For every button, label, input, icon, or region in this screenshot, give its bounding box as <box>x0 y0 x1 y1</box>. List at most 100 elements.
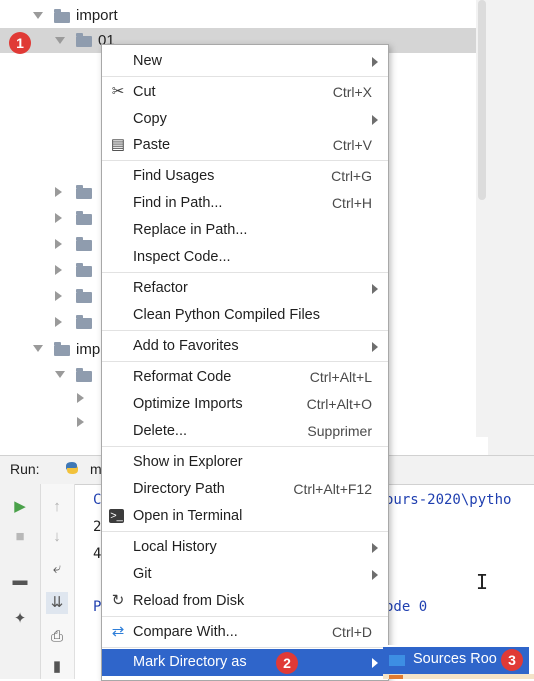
menu-item-label: Paste <box>133 137 171 153</box>
stop-icon[interactable]: ■ <box>9 526 31 548</box>
menu-item-clean-python[interactable]: Clean Python Compiled Files <box>102 302 388 329</box>
menu-item-paste[interactable]: ▤ Paste Ctrl+V <box>102 132 388 159</box>
menu-item-label: New <box>133 53 163 69</box>
trash-icon[interactable]: ▮ <box>46 656 68 678</box>
submenu-arrow-icon <box>372 658 378 668</box>
folder-icon <box>76 315 92 329</box>
submenu-item-label: Sources Roo <box>413 651 497 667</box>
tree-scrollbar-thumb[interactable] <box>478 0 486 200</box>
menu-item-shortcut: Ctrl+V <box>332 137 372 153</box>
folder-icon <box>54 9 70 23</box>
menu-item-label: Replace in Path... <box>133 222 248 238</box>
menu-item-shortcut: Ctrl+G <box>331 168 372 184</box>
menu-item-refactor[interactable]: Refactor <box>102 275 388 302</box>
menu-item-shortcut: Ctrl+X <box>332 84 372 100</box>
menu-item-label: Find in Path... <box>133 195 223 211</box>
collapse-arrow-icon[interactable] <box>55 317 62 327</box>
menu-item-find-in-path[interactable]: Find in Path... Ctrl+H <box>102 190 388 217</box>
scroll-up-icon[interactable]: ↑ <box>46 496 68 518</box>
folder-icon <box>76 185 92 199</box>
menu-item-add-to-favorites[interactable]: Add to Favorites <box>102 333 388 360</box>
menu-item-reformat-code[interactable]: Reformat Code Ctrl+Alt+L <box>102 364 388 391</box>
run-play-icon[interactable]: ▶ <box>9 496 31 518</box>
menu-item-inspect-code[interactable]: Inspect Code... <box>102 244 388 271</box>
soft-wrap-icon[interactable]: ⤶ <box>46 558 68 580</box>
expand-arrow-icon[interactable] <box>55 37 65 44</box>
menu-item-copy[interactable]: Copy <box>102 106 388 133</box>
menu-item-open-in-terminal[interactable]: >_ Open in Terminal <box>102 503 388 530</box>
collapse-arrow-icon[interactable] <box>55 187 62 197</box>
menu-item-label: Show in Explorer <box>133 454 243 470</box>
menu-item-replace-in-path[interactable]: Replace in Path... <box>102 217 388 244</box>
menu-item-new[interactable]: New <box>102 48 388 75</box>
collapse-arrow-icon[interactable] <box>77 417 84 427</box>
menu-item-delete[interactable]: Delete... Supprimer <box>102 418 388 445</box>
menu-item-shortcut: Ctrl+H <box>331 195 372 211</box>
menu-separator <box>102 616 388 617</box>
menu-item-label: Clean Python Compiled Files <box>133 307 320 323</box>
print-icon[interactable]: ⎙ <box>46 626 68 648</box>
collapse-arrow-icon[interactable] <box>55 291 62 301</box>
folder-icon <box>76 263 92 277</box>
menu-item-shortcut: Ctrl+Alt+F12 <box>293 481 372 497</box>
side-panel <box>488 0 534 455</box>
folder-icon <box>76 33 92 47</box>
scroll-down-icon[interactable]: ↓ <box>46 526 68 548</box>
folder-icon <box>389 675 403 679</box>
menu-separator <box>102 647 388 648</box>
run-tab-label[interactable]: m <box>90 461 102 477</box>
menu-item-label: Copy <box>133 111 167 127</box>
menu-item-label: Reload from Disk <box>133 593 245 609</box>
scroll-to-end-icon[interactable]: ⇊ <box>46 592 68 614</box>
tree-row-import[interactable]: import <box>0 3 488 28</box>
run-actions-strip: ▶ ■ ▬ ✦ <box>0 484 41 679</box>
collapse-arrow-icon[interactable] <box>77 393 84 403</box>
menu-separator <box>102 160 388 161</box>
menu-item-label: Git <box>133 566 152 582</box>
compare-icon: ⇄ <box>111 623 125 640</box>
submenu-item-next[interactable] <box>383 674 534 679</box>
menu-item-label: Refactor <box>133 280 188 296</box>
python-icon <box>66 462 78 474</box>
collapse-arrow-icon[interactable] <box>55 213 62 223</box>
menu-item-label: Optimize Imports <box>133 396 243 412</box>
menu-item-directory-path[interactable]: Directory Path Ctrl+Alt+F12 <box>102 476 388 503</box>
menu-separator <box>102 330 388 331</box>
menu-item-optimize-imports[interactable]: Optimize Imports Ctrl+Alt+O <box>102 391 388 418</box>
submenu-arrow-icon <box>372 57 378 67</box>
reload-icon: ↻ <box>111 592 125 609</box>
menu-item-show-in-explorer[interactable]: Show in Explorer <box>102 449 388 476</box>
collapse-arrow-icon[interactable] <box>55 239 62 249</box>
menu-item-mark-directory-as[interactable]: Mark Directory as <box>102 649 388 676</box>
expand-arrow-icon[interactable] <box>33 345 43 352</box>
menu-item-label: Local History <box>133 539 217 555</box>
folder-icon <box>76 211 92 225</box>
tree-row-label: imp <box>76 341 101 358</box>
menu-item-local-history[interactable]: Local History <box>102 534 388 561</box>
scissors-icon: ✂ <box>111 83 125 100</box>
expand-arrow-icon[interactable] <box>33 12 43 19</box>
menu-item-label: Inspect Code... <box>133 249 231 265</box>
menu-separator <box>102 76 388 77</box>
submenu-arrow-icon <box>372 543 378 553</box>
menu-item-find-usages[interactable]: Find Usages Ctrl+G <box>102 163 388 190</box>
submenu-arrow-icon <box>372 284 378 294</box>
menu-item-compare-with[interactable]: ⇄ Compare With... Ctrl+D <box>102 619 388 646</box>
folder-icon <box>76 237 92 251</box>
expand-arrow-icon[interactable] <box>55 371 65 378</box>
menu-item-label: Compare With... <box>133 624 238 640</box>
menu-item-cut[interactable]: ✂ Cut Ctrl+X <box>102 79 388 106</box>
menu-item-git[interactable]: Git <box>102 561 388 588</box>
layout-icon[interactable]: ▬ <box>9 570 31 592</box>
menu-item-reload-from-disk[interactable]: ↻ Reload from Disk <box>102 588 388 615</box>
collapse-arrow-icon[interactable] <box>55 265 62 275</box>
menu-item-label: Find Usages <box>133 168 215 184</box>
menu-separator <box>102 272 388 273</box>
context-menu: New ✂ Cut Ctrl+X Copy ▤ Paste Ctrl+V Fin… <box>101 44 389 681</box>
tree-row-label: import <box>76 7 118 24</box>
terminal-icon: >_ <box>109 509 124 523</box>
menu-item-label: Add to Favorites <box>133 338 239 354</box>
step-badge-3: 3 <box>501 649 523 671</box>
pin-icon[interactable]: ✦ <box>9 608 31 630</box>
step-badge-1: 1 <box>9 32 31 54</box>
